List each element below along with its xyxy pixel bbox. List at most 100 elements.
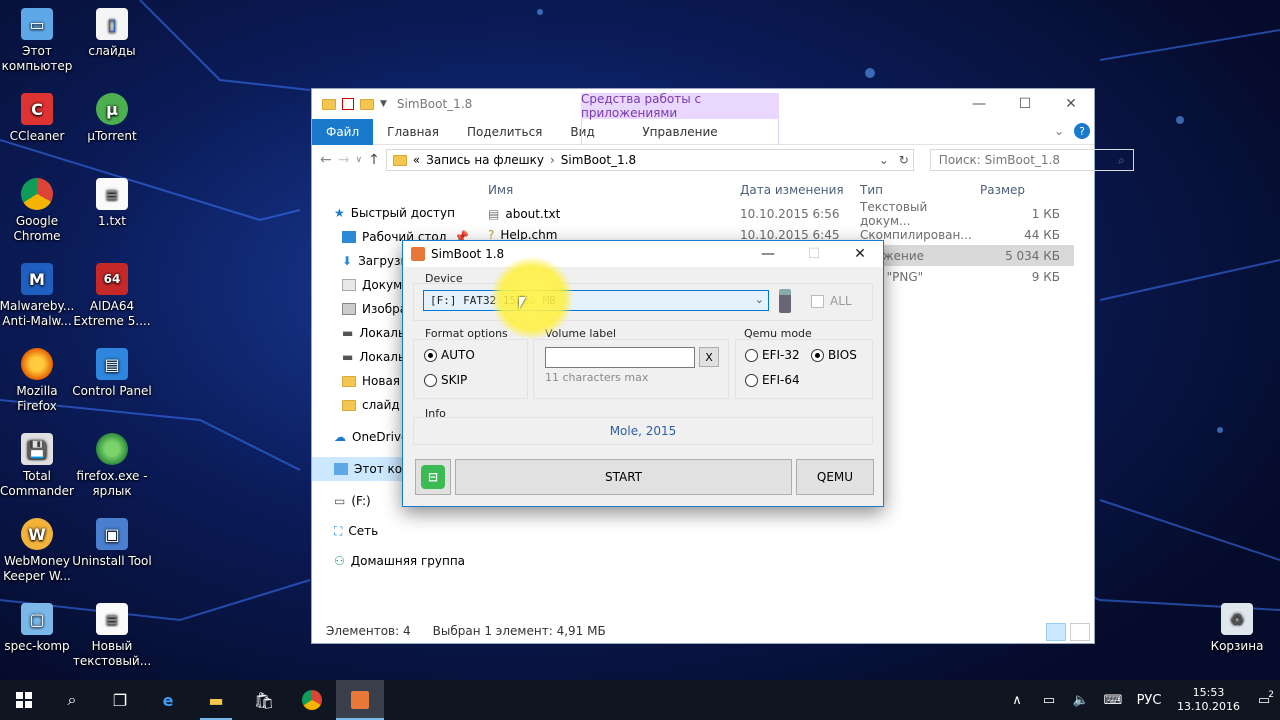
desktop-icon-uninstall-tool[interactable]: ▣ Uninstall Tool [72, 518, 152, 569]
minimize-icon[interactable]: — [745, 241, 791, 267]
simboot-title-bar[interactable]: SimBoot 1.8 — ☐ ✕ [403, 241, 883, 267]
show-hidden-icons-icon[interactable]: ∧ [1001, 693, 1033, 708]
language-indicator[interactable]: РУС [1129, 693, 1169, 708]
firefox-icon [21, 348, 53, 380]
simboot-dialog: SimBoot 1.8 — ☐ ✕ Device [F:] FAT32 1526… [402, 240, 884, 507]
quick-access-dropdown-icon[interactable]: ▼ [380, 99, 387, 109]
minimize-icon[interactable]: — [956, 89, 1002, 119]
taskbar-chrome[interactable] [288, 680, 336, 720]
desktop-icon-this-computer[interactable]: ▭ Этот компьютер [0, 8, 77, 74]
file-explorer-icon: ▬ [208, 690, 224, 710]
desktop-icon-utorrent[interactable]: µ µTorrent [72, 93, 152, 144]
close-icon[interactable]: ✕ [1048, 89, 1094, 119]
forward-icon[interactable]: → [338, 152, 350, 168]
qemu-bios-radio[interactable]: BIOS [811, 348, 857, 362]
breadcrumb-current[interactable]: SimBoot_1.8 [561, 153, 636, 167]
all-checkbox-box[interactable] [811, 294, 824, 308]
desktop-icon-1-txt[interactable]: ≡ 1.txt [72, 178, 152, 229]
spec-komp-icon: ▢ [21, 603, 53, 635]
expand-ribbon-icon[interactable]: ⌄ [1054, 124, 1064, 138]
all-checkbox[interactable]: ALL [811, 294, 852, 308]
radio-selected-icon[interactable] [424, 348, 437, 362]
file-list-header: Имя Дата изменения Тип Размер [480, 177, 1074, 203]
device-select[interactable]: [F:] FAT32 15266 MB ⌄ [423, 290, 769, 311]
breadcrumb-prefix[interactable]: « [413, 153, 420, 167]
qemu-efi64-radio[interactable]: EFI-64 [745, 373, 800, 387]
clear-volume-button[interactable]: X [699, 347, 719, 367]
desktop-icon-webmoney[interactable]: W WebMoney Keeper W... [0, 518, 77, 584]
simboot-title: SimBoot 1.8 [431, 247, 505, 261]
status-bar: Элементов: 4 Выбран 1 элемент: 4,91 МБ [312, 619, 1094, 643]
format-auto-radio[interactable]: AUTO [424, 348, 475, 362]
chevron-right-icon[interactable]: › [550, 153, 555, 167]
selection-info: Выбран 1 элемент: 4,91 МБ [432, 624, 606, 638]
properties-icon[interactable] [342, 98, 354, 110]
taskbar-simboot[interactable] [336, 680, 384, 720]
mouse-cursor-icon [519, 297, 526, 309]
desktop-icon-spec-komp[interactable]: ▢ spec-komp [0, 603, 77, 654]
radio-icon[interactable] [424, 373, 437, 387]
taskbar-explorer[interactable]: ▬ [192, 680, 240, 720]
table-row[interactable]: ▤ about.txt 10.10.2015 6:56 Текстовый док… [480, 200, 1074, 228]
desktop-icon-control-panel[interactable]: ▤ Control Panel [72, 348, 152, 399]
star-icon: ★ [334, 206, 345, 220]
maximize-icon[interactable]: ☐ [1002, 89, 1048, 119]
address-bar[interactable]: « Запись на флешку › SimBoot_1.8 ⌄ ↻ [385, 149, 914, 171]
radio-selected-icon[interactable] [811, 348, 824, 362]
desktop-icon-aida64[interactable]: 64 AIDA64 Extreme 5.... [72, 263, 152, 329]
start-button[interactable]: START [455, 459, 792, 495]
column-type[interactable]: Тип [860, 183, 980, 197]
taskbar-edge[interactable]: e [144, 680, 192, 720]
chevron-down-icon[interactable]: ⌄ [755, 293, 764, 306]
radio-icon[interactable] [745, 373, 758, 387]
close-icon[interactable]: ✕ [837, 241, 883, 267]
column-date[interactable]: Дата изменения [740, 183, 860, 197]
search-input[interactable]: Поиск: SimBoot_1.8 ⌕ [929, 149, 1134, 171]
start-menu-button[interactable] [0, 680, 48, 720]
desktop-icon-ccleaner[interactable]: C CCleaner [0, 93, 77, 144]
task-view-button[interactable]: ❐ [96, 680, 144, 720]
notifications-icon[interactable]: ▭ 2 [1248, 690, 1280, 708]
tab-home[interactable]: Главная [373, 119, 453, 145]
back-icon[interactable]: ← [320, 152, 332, 168]
desktop-icon-new-text[interactable]: ≡ Новый текстовый... [72, 603, 152, 669]
recent-dropdown-icon[interactable]: ∨ [355, 155, 362, 165]
desktop-icon-malwarebytes[interactable]: M Malwareby... Anti-Malw... [0, 263, 77, 329]
column-name[interactable]: Имя [480, 183, 740, 197]
large-icons-view-icon[interactable] [1070, 623, 1090, 641]
chevron-down-icon[interactable]: ⌄ [879, 153, 889, 167]
volume-label-input[interactable] [545, 347, 695, 368]
column-size[interactable]: Размер [980, 183, 1060, 197]
radio-icon[interactable] [745, 348, 758, 362]
details-view-icon[interactable] [1046, 623, 1066, 641]
desktop-icon-slides[interactable]: ▯ слайды [72, 8, 152, 59]
desktop-icon-recycle-bin[interactable]: ♻ Корзина [1197, 603, 1277, 654]
explorer-title-bar[interactable]: ▼ SimBoot_1.8 Средства работы с приложен… [312, 89, 1094, 120]
keyboard-icon[interactable]: ⌨ [1097, 693, 1129, 708]
tab-manage[interactable]: Управление [581, 118, 779, 145]
simboot-tool-button[interactable]: ⊟ [415, 459, 451, 495]
desktop-icon-firefox[interactable]: Mozilla Firefox [0, 348, 77, 414]
volume-icon[interactable]: 🔈 [1065, 693, 1097, 708]
up-icon[interactable]: ↑ [368, 152, 380, 168]
desktop-icon-total-commander[interactable]: 💾 Total Commander [0, 433, 77, 499]
tab-file[interactable]: Файл [312, 118, 374, 145]
breadcrumb-parent[interactable]: Запись на флешку [426, 153, 544, 167]
refresh-icon[interactable]: ↻ [899, 153, 909, 167]
qemu-efi32-radio[interactable]: EFI-32 [745, 348, 800, 362]
format-skip-radio[interactable]: SKIP [424, 373, 467, 387]
nav-homegroup[interactable]: ⚇ Домашняя группа [312, 549, 480, 573]
tab-share[interactable]: Поделиться [453, 119, 556, 145]
nav-network[interactable]: ⛶ Сеть [312, 519, 480, 543]
system-tray: ∧ ▭ 🔈 ⌨ РУС 15:53 13.10.2016 ▭ 2 [1001, 680, 1280, 720]
qemu-button[interactable]: QEMU [796, 459, 874, 495]
desktop-icon-firefox-shortcut[interactable]: firefox.exe - ярлык [72, 433, 152, 499]
search-button[interactable]: ⌕ [48, 680, 96, 720]
help-icon[interactable]: ? [1074, 123, 1090, 139]
taskbar-store[interactable]: 🛍 [240, 680, 288, 720]
new-folder-icon[interactable] [360, 98, 374, 110]
nav-quick-access[interactable]: ★ Быстрый доступ [312, 201, 480, 225]
network-icon[interactable]: ▭ [1033, 693, 1065, 708]
desktop-icon-chrome[interactable]: Google Chrome [0, 178, 77, 244]
clock[interactable]: 15:53 13.10.2016 [1169, 686, 1248, 714]
